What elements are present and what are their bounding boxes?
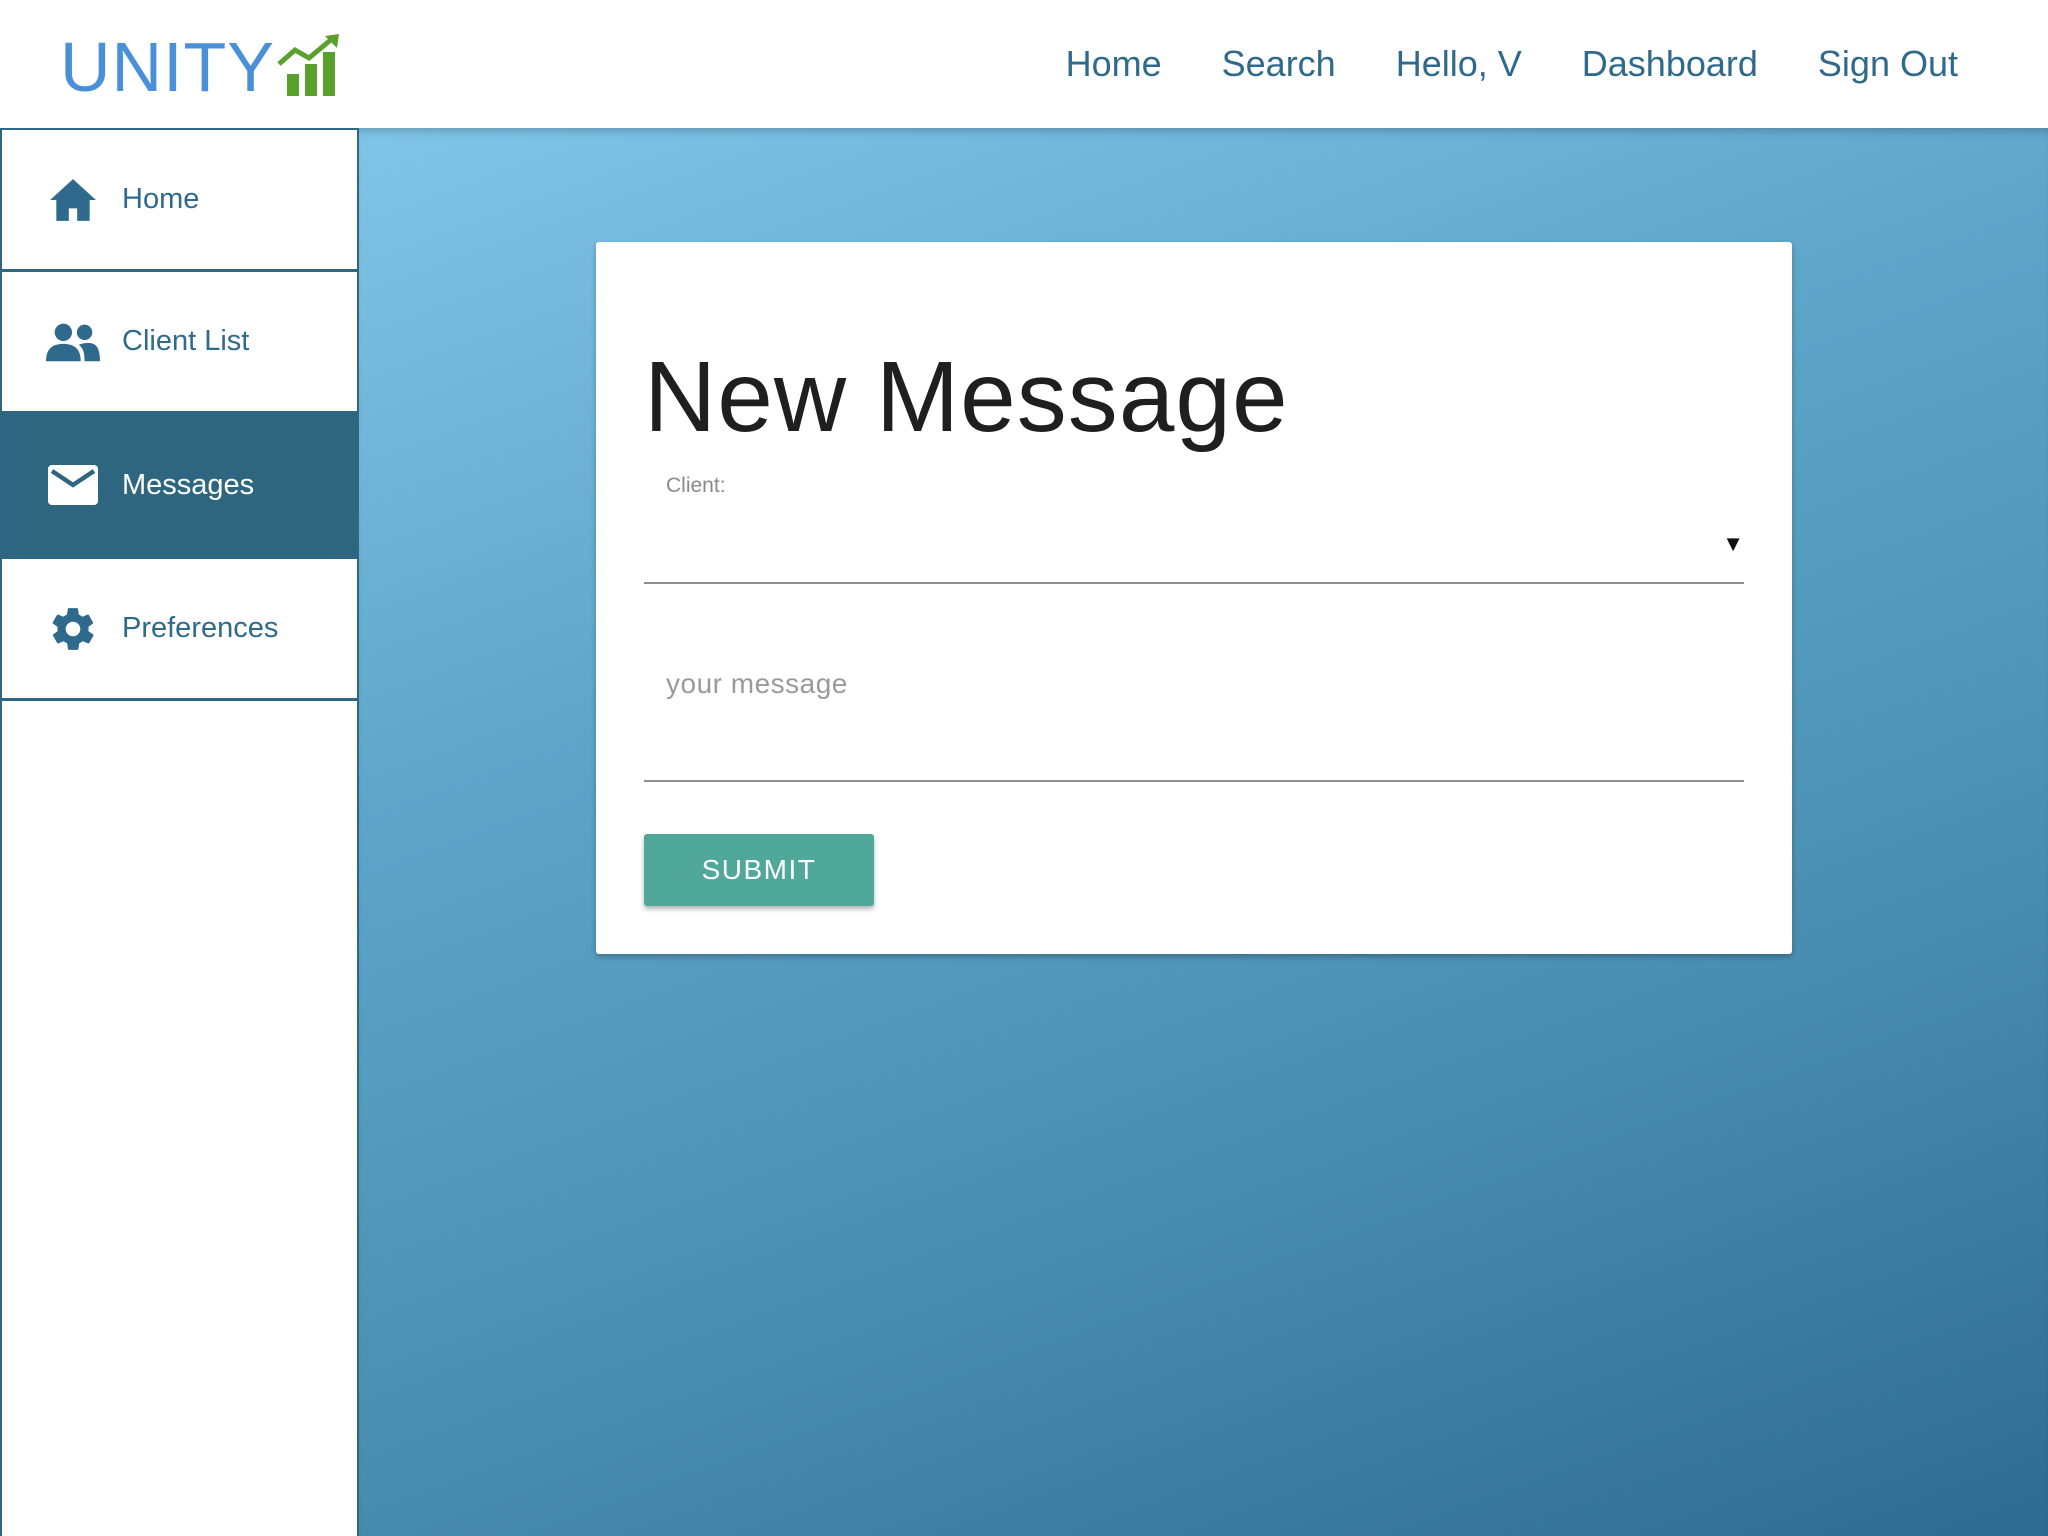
client-select[interactable]: ▼: [644, 504, 1744, 584]
logo-text: UNITY: [60, 28, 275, 106]
nav-dashboard-link[interactable]: Dashboard: [1582, 43, 1758, 85]
sidebar: Home Client List Messages Preferences: [0, 128, 359, 1536]
nav-home-link[interactable]: Home: [1066, 43, 1162, 85]
sidebar-item-label: Preferences: [122, 612, 279, 644]
nav-sign-out-link[interactable]: Sign Out: [1818, 43, 1958, 85]
message-placeholder: your message: [666, 668, 848, 699]
people-icon: [46, 315, 100, 369]
top-bar: UNITY Home Search Hello, V Dashboard Sig…: [0, 0, 2048, 128]
mail-icon: [46, 458, 100, 512]
home-icon: [46, 173, 100, 227]
gear-icon: [46, 602, 100, 656]
sidebar-item-label: Home: [122, 183, 200, 215]
submit-button[interactable]: SUBMIT: [644, 834, 874, 906]
main-content: New Message Client: ▼ your message SUBMI…: [359, 128, 2048, 1536]
sidebar-item-label: Client List: [122, 325, 250, 357]
nav-user-greeting-link[interactable]: Hello, V: [1396, 43, 1522, 85]
nav-search-link[interactable]: Search: [1222, 43, 1336, 85]
top-nav: Home Search Hello, V Dashboard Sign Out: [1006, 0, 1958, 128]
sidebar-item-messages[interactable]: Messages: [2, 414, 357, 559]
sidebar-item-home[interactable]: Home: [2, 130, 357, 272]
sidebar-item-label: Messages: [122, 468, 255, 501]
unity-logo[interactable]: UNITY: [60, 26, 347, 102]
sidebar-item-preferences[interactable]: Preferences: [2, 559, 357, 701]
page-title: New Message: [644, 341, 1289, 453]
message-textarea[interactable]: your message: [644, 632, 1744, 782]
growth-chart-icon: [277, 34, 339, 96]
sidebar-item-client-list[interactable]: Client List: [2, 272, 357, 414]
client-label: Client:: [666, 474, 726, 497]
new-message-card: New Message Client: ▼ your message SUBMI…: [596, 242, 1792, 954]
dropdown-arrow-icon: ▼: [1722, 531, 1744, 556]
